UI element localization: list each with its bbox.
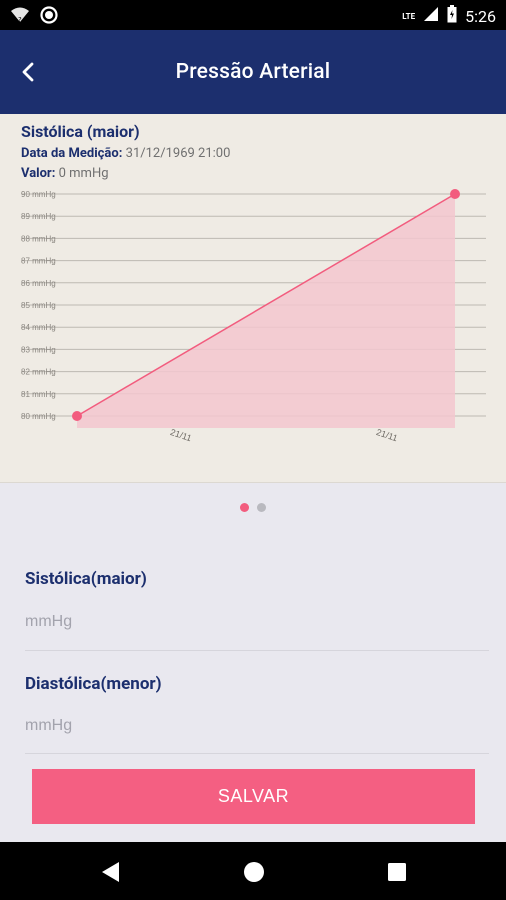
y-tick-label: 85 mmHg: [21, 301, 56, 310]
area-chart: 80 mmHg 81 mmHg 82 mmHg 83 mmHg 84 mmHg 85 mm…: [21, 189, 486, 443]
circle-notification-icon: [40, 6, 58, 28]
y-tick-label: 82 mmHg: [21, 368, 56, 377]
data-point: [72, 411, 82, 421]
signal-icon: [423, 6, 439, 26]
wifi-icon: ?: [10, 6, 30, 28]
battery-icon: [447, 5, 457, 27]
y-tick-label: 87 mmHg: [21, 257, 56, 266]
systolic-divider: [25, 650, 489, 651]
svg-text:?: ?: [18, 16, 22, 24]
y-tick-label: 90 mmHg: [21, 190, 56, 199]
systolic-input[interactable]: [25, 605, 489, 639]
recents-square-icon: [388, 863, 406, 881]
diastolic-label: Diastólica(menor): [25, 674, 162, 694]
y-tick-label: 81 mmHg: [21, 390, 56, 399]
chart-pager[interactable]: [0, 503, 506, 513]
diastolic-divider: [25, 753, 489, 754]
y-tick-label: 89 mmHg: [21, 212, 56, 221]
page-title: Pressão Arterial: [175, 60, 331, 84]
x-tick-label: 21/11: [169, 427, 193, 443]
nav-recents-button[interactable]: [383, 858, 411, 886]
navigation-bar: [0, 842, 506, 900]
home-circle-icon: [244, 862, 264, 882]
systolic-label: Sistólica(maior): [25, 569, 147, 589]
y-tick-label: 86 mmHg: [21, 279, 56, 288]
status-bar: ? LTE 5:26: [0, 0, 506, 30]
app-bar: Pressão Arterial: [0, 30, 506, 114]
pager-dot[interactable]: [257, 503, 266, 512]
pager-dot[interactable]: [240, 503, 249, 512]
y-tick-label: 84 mmHg: [21, 323, 56, 332]
status-right: LTE 5:26: [402, 5, 496, 27]
save-button[interactable]: SALVAR: [32, 769, 475, 824]
x-tick-label: 21/11: [375, 427, 399, 443]
back-triangle-icon: [102, 862, 119, 882]
nav-home-button[interactable]: [240, 858, 268, 886]
diastolic-input[interactable]: [25, 709, 489, 743]
y-tick-label: 83 mmHg: [21, 345, 56, 354]
data-point: [450, 189, 460, 199]
clock: 5:26: [465, 6, 496, 26]
y-tick-label: 80 mmHg: [21, 412, 56, 421]
lte-icon: LTE: [402, 11, 416, 21]
y-tick-label: 88 mmHg: [21, 234, 56, 243]
chart-card[interactable]: Sistólica (maior) Data da Medição: 31/12…: [0, 114, 506, 483]
status-left: ?: [10, 6, 58, 28]
nav-back-button[interactable]: [97, 858, 125, 886]
series-area: [77, 194, 455, 428]
